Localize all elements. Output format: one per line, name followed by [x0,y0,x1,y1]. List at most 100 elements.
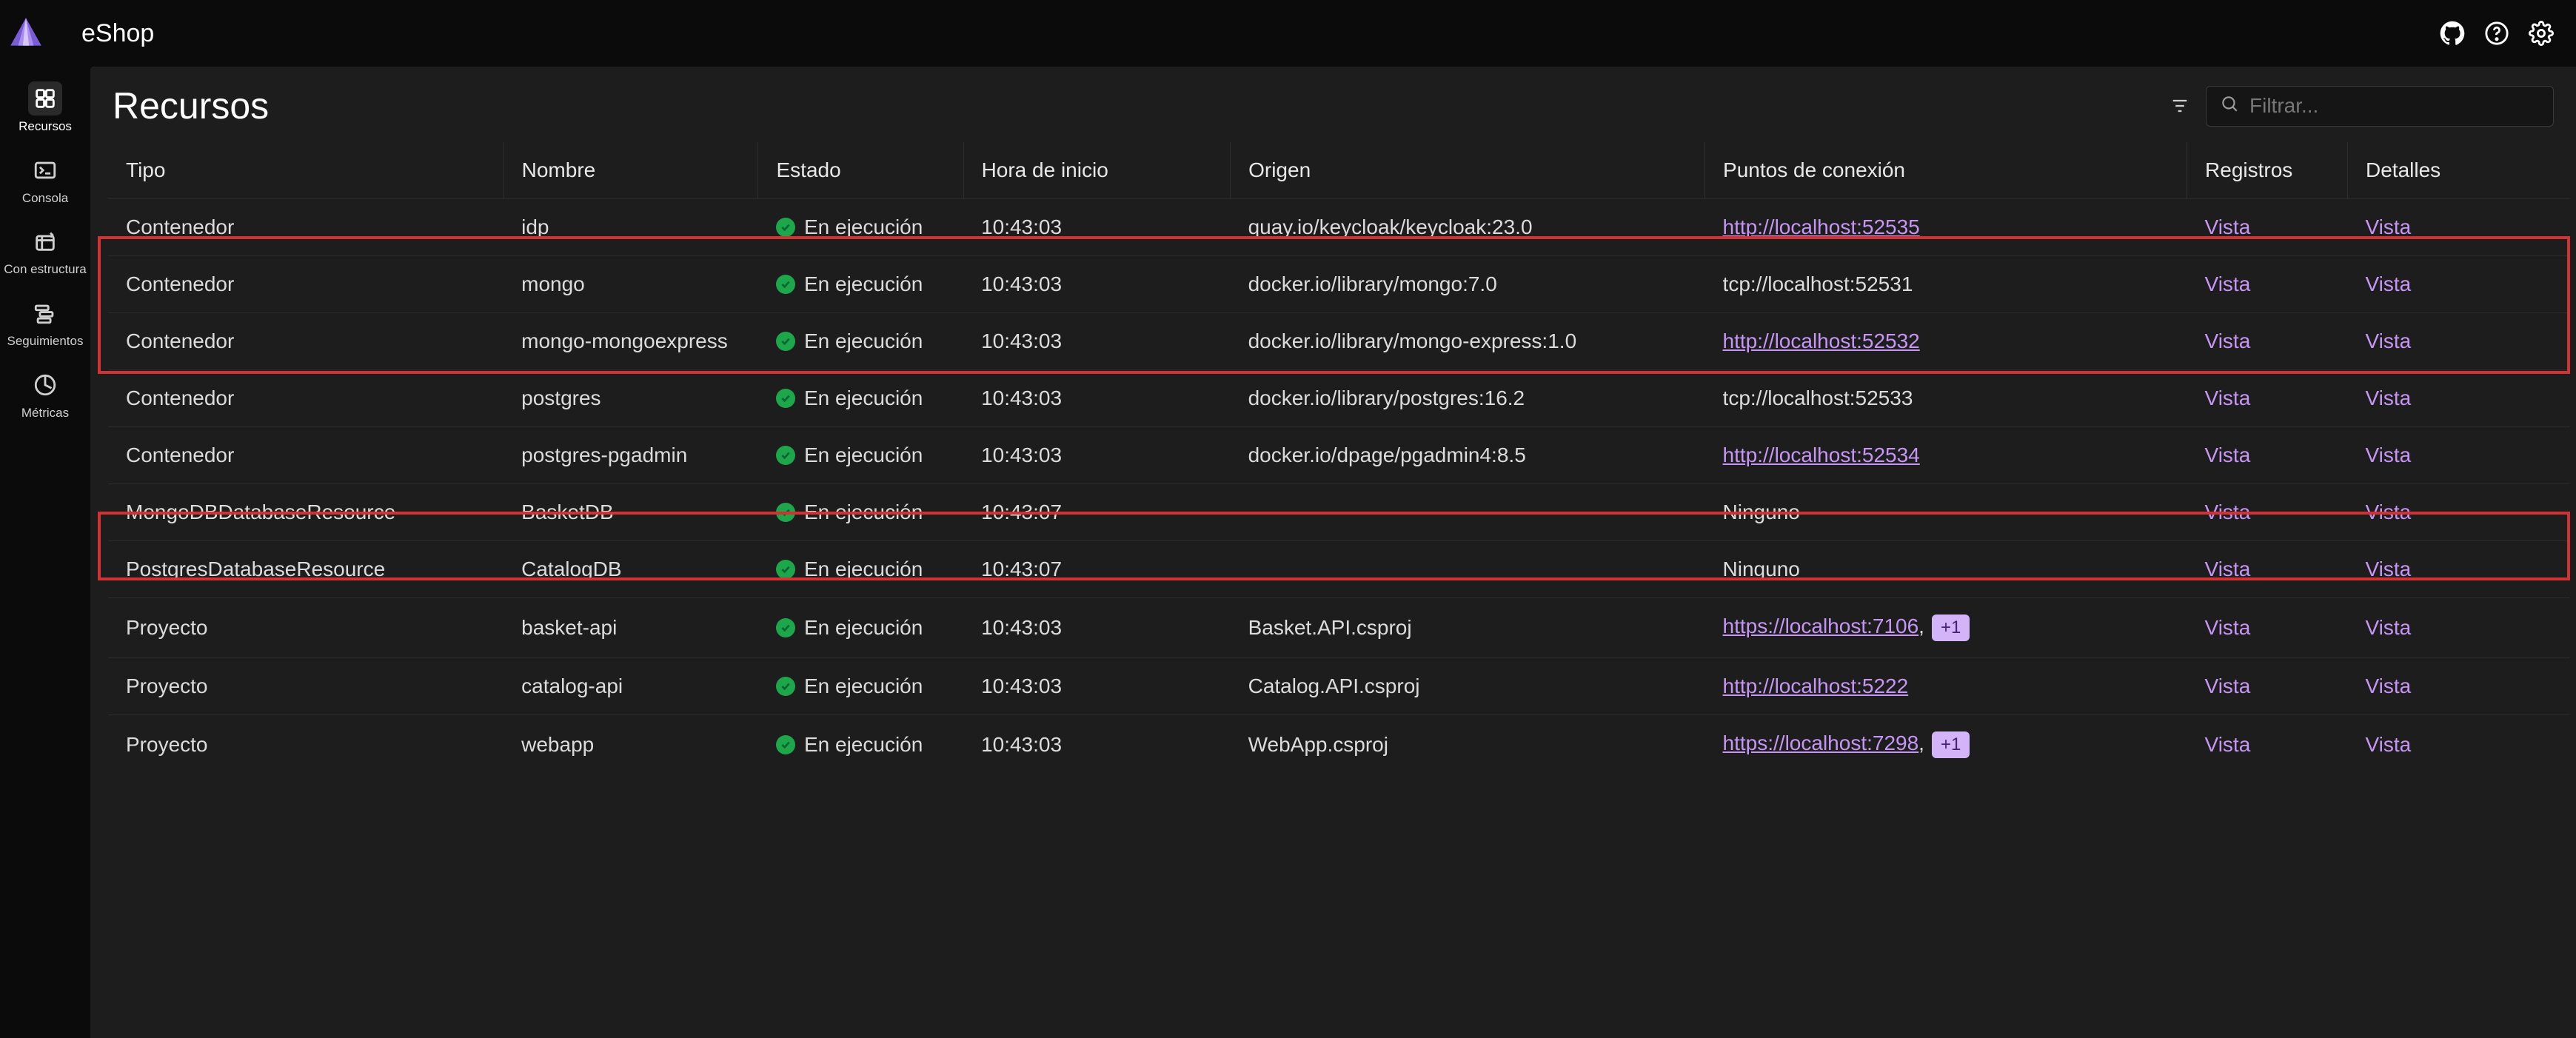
search-box[interactable] [2206,86,2554,127]
logs-view-link[interactable]: Vista [2205,215,2251,238]
more-endpoints-badge[interactable]: +1 [1932,731,1970,758]
endpoint-link[interactable]: http://localhost:52535 [1723,215,1920,238]
cell-nombre: postgres [504,370,758,427]
sidebar-item-consola[interactable]: Consola [22,153,68,206]
logs-view-link[interactable]: Vista [2205,733,2251,756]
cell-detalles: Vista [2348,370,2570,427]
metrics-icon [28,368,62,402]
endpoint-text: Ninguno [1723,500,1800,523]
col-tipo[interactable]: Tipo [108,142,504,199]
sidebar-item-label: Recursos [19,120,72,134]
col-detalles[interactable]: Detalles [2348,142,2570,199]
endpoint-link[interactable]: http://localhost:52532 [1723,329,1920,352]
cell-registros: Vista [2187,427,2348,484]
cell-registros: Vista [2187,484,2348,541]
structured-icon [28,224,62,258]
table-row[interactable]: MongoDBDatabaseResourceBasketDBEn ejecuc… [108,484,2570,541]
status-running-icon [776,446,795,465]
details-view-link[interactable]: Vista [2366,616,2412,639]
details-view-link[interactable]: Vista [2366,733,2412,756]
search-input[interactable] [2249,94,2540,118]
logs-view-link[interactable]: Vista [2205,500,2251,523]
cell-estado: En ejecución [758,658,963,715]
endpoint-link[interactable]: https://localhost:7298 [1723,731,1919,754]
cell-puntos: tcp://localhost:52533 [1705,370,2187,427]
topbar: eShop [0,0,2576,67]
details-view-link[interactable]: Vista [2366,443,2412,466]
sidebar-item-label: Métricas [21,406,69,421]
details-view-link[interactable]: Vista [2366,329,2412,352]
logs-view-link[interactable]: Vista [2205,329,2251,352]
endpoint-link[interactable]: https://localhost:7106 [1723,615,1919,637]
sidebar-item-label: Seguimientos [7,335,83,349]
cell-nombre: idp [504,199,758,256]
col-puntos[interactable]: Puntos de conexión [1705,142,2187,199]
cell-estado: En ejecución [758,370,963,427]
cell-estado: En ejecución [758,541,963,598]
cell-detalles: Vista [2348,199,2570,256]
col-hora[interactable]: Hora de inicio [963,142,1231,199]
resources-table: Tipo Nombre Estado Hora de inicio Origen… [108,142,2570,774]
table-row[interactable]: ContenedoridpEn ejecución10:43:03quay.io… [108,199,2570,256]
cell-puntos: https://localhost:7298,+1 [1705,715,2187,775]
traces-icon [28,296,62,330]
gear-icon[interactable] [2529,21,2554,46]
details-view-link[interactable]: Vista [2366,500,2412,523]
sidebar-item-estructura[interactable]: Con estructura [4,224,87,277]
sidebar-item-metricas[interactable]: Métricas [21,368,69,421]
logs-view-link[interactable]: Vista [2205,674,2251,697]
cell-registros: Vista [2187,541,2348,598]
table-row[interactable]: ProyectowebappEn ejecución10:43:03WebApp… [108,715,2570,775]
status-text: En ejecución [804,557,923,581]
cell-origen: docker.io/library/mongo-express:1.0 [1231,313,1705,370]
table-row[interactable]: Contenedorpostgres-pgadminEn ejecución10… [108,427,2570,484]
table-row[interactable]: Contenedormongo-mongoexpressEn ejecución… [108,313,2570,370]
sidebar-item-recursos[interactable]: Recursos [19,81,72,134]
cell-puntos: tcp://localhost:52531 [1705,256,2187,313]
details-view-link[interactable]: Vista [2366,557,2412,580]
cell-tipo: Contenedor [108,370,504,427]
status-text: En ejecución [804,616,923,640]
cell-nombre: mongo-mongoexpress [504,313,758,370]
logs-view-link[interactable]: Vista [2205,272,2251,295]
col-nombre[interactable]: Nombre [504,142,758,199]
col-origen[interactable]: Origen [1231,142,1705,199]
endpoint-link[interactable]: http://localhost:52534 [1723,443,1920,466]
logs-view-link[interactable]: Vista [2205,443,2251,466]
table-row[interactable]: ContenedorpostgresEn ejecución10:43:03do… [108,370,2570,427]
details-view-link[interactable]: Vista [2366,674,2412,697]
cell-hora: 10:43:03 [963,658,1231,715]
details-view-link[interactable]: Vista [2366,386,2412,409]
table-row[interactable]: Proyectobasket-apiEn ejecución10:43:03Ba… [108,598,2570,658]
table-row[interactable]: PostgresDatabaseResourceCatalogDBEn ejec… [108,541,2570,598]
cell-tipo: Proyecto [108,658,504,715]
help-icon[interactable] [2484,21,2509,46]
cell-nombre: catalog-api [504,658,758,715]
cell-tipo: Contenedor [108,256,504,313]
col-registros[interactable]: Registros [2187,142,2348,199]
col-estado[interactable]: Estado [758,142,963,199]
sidebar-item-seguimientos[interactable]: Seguimientos [7,296,83,349]
status-text: En ejecución [804,272,923,296]
status-text: En ejecución [804,215,923,239]
table-row[interactable]: Proyectocatalog-apiEn ejecución10:43:03C… [108,658,2570,715]
cell-tipo: Proyecto [108,715,504,775]
endpoint-link[interactable]: http://localhost:5222 [1723,674,1909,697]
status-text: En ejecución [804,674,923,698]
logs-view-link[interactable]: Vista [2205,616,2251,639]
logs-view-link[interactable]: Vista [2205,386,2251,409]
details-view-link[interactable]: Vista [2366,215,2412,238]
cell-hora: 10:43:03 [963,256,1231,313]
more-endpoints-badge[interactable]: +1 [1932,615,1970,641]
filter-icon[interactable] [2167,93,2192,118]
main-content: Recursos [90,67,2576,1038]
details-view-link[interactable]: Vista [2366,272,2412,295]
github-icon[interactable] [2440,21,2465,46]
table-row[interactable]: ContenedormongoEn ejecución10:43:03docke… [108,256,2570,313]
logs-view-link[interactable]: Vista [2205,557,2251,580]
cell-origen: docker.io/library/mongo:7.0 [1231,256,1705,313]
cell-registros: Vista [2187,598,2348,658]
cell-puntos: http://localhost:52534 [1705,427,2187,484]
cell-registros: Vista [2187,199,2348,256]
status-running-icon [776,677,795,696]
